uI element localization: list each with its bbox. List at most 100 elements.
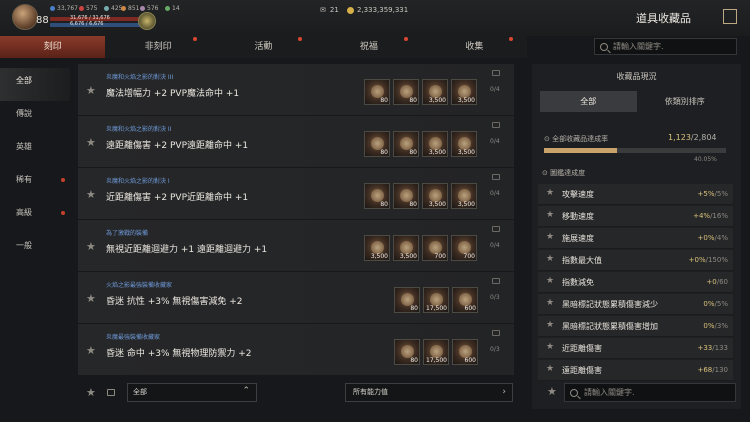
sidebar-item-label: 稀有 (16, 175, 32, 184)
stat-current: 0% (703, 322, 715, 330)
lock-filter-icon[interactable] (107, 389, 115, 396)
item-slot[interactable]: 3,500 (364, 235, 390, 261)
collection-title: 炎魔和火焰之影的對決 I (106, 178, 170, 185)
collection-row[interactable]: ★ 火焰之影最強裝備收藏家 昏迷 抗性 +3% 無視傷害減免 +2 80 17,500 6… (78, 272, 514, 324)
favorite-star-icon[interactable]: ★ (546, 210, 554, 220)
tab-4[interactable]: 收集 (422, 36, 527, 58)
notification-dot (61, 211, 65, 215)
tab-by-category[interactable]: 依類別排序 (637, 91, 734, 112)
stat-row[interactable]: ★ 移動速度 +4%/16% (538, 206, 733, 227)
item-slot[interactable]: 3,500 (393, 235, 419, 261)
item-slot[interactable]: 80 (393, 183, 419, 209)
item-slot[interactable]: 80 (364, 131, 390, 157)
favorite-star-icon[interactable]: ★ (546, 232, 554, 242)
collection-row[interactable]: ★ 炎魔和火焰之影的對決 II 遠距離傷害 +2 PVP遠距離命中 +1 80 80 3,… (78, 116, 514, 168)
collection-progress: 0/4 (490, 138, 500, 145)
collection-row[interactable]: ★ 炎魔和火焰之影的對決 I 近距離傷害 +2 PVP近距離命中 +1 80 80 3,5… (78, 168, 514, 220)
notification-dot (298, 37, 303, 41)
item-slot[interactable]: 17,500 (423, 287, 449, 313)
favorite-star-icon[interactable]: ★ (546, 342, 554, 352)
collection-row[interactable]: ★ 炎魔最強裝備收藏家 昏迷 命中 +3% 無視物理防禦力 +2 80 17,500 60… (78, 324, 514, 376)
stat-value: +68/130 (658, 366, 728, 374)
stat-current: +0% (688, 256, 706, 264)
favorite-star-icon[interactable]: ★ (546, 276, 554, 286)
stat-row[interactable]: ★ 近距離傷害 +33/133 (538, 338, 733, 359)
favorite-star-icon[interactable]: ★ (86, 292, 96, 305)
favorite-star-icon[interactable]: ★ (546, 254, 554, 264)
favorite-star-icon[interactable]: ★ (546, 188, 554, 198)
sidebar-item[interactable]: 高級 (0, 200, 70, 233)
item-slot[interactable]: 3,500 (451, 183, 477, 209)
tab-label: 非刻印 (144, 42, 172, 52)
item-slot[interactable]: 80 (393, 79, 419, 105)
item-slot[interactable]: 600 (452, 287, 478, 313)
buff-icon[interactable] (138, 12, 156, 30)
favorite-star-icon[interactable]: ★ (86, 84, 96, 97)
stat-search-input[interactable]: 請輸入關鍵字. (564, 383, 736, 402)
favorite-star-icon[interactable]: ★ (86, 240, 96, 253)
search-input[interactable]: 請輸入關鍵字. (594, 38, 737, 55)
lock-icon (492, 226, 500, 232)
item-slot[interactable]: 80 (394, 287, 420, 313)
stat-row[interactable]: ★ 指數最大值 +0%/150% (538, 250, 733, 271)
stat-row[interactable]: ★ 指數減免 +0/60 (538, 272, 733, 293)
lock-icon (492, 122, 500, 128)
item-slot[interactable]: 3,500 (422, 183, 448, 209)
stat-max: /5% (714, 300, 728, 308)
character-avatar[interactable] (12, 4, 38, 30)
item-slot[interactable]: 700 (422, 235, 448, 261)
item-slot[interactable]: 600 (452, 339, 478, 365)
tab-0[interactable]: 刻印 (0, 36, 106, 58)
item-slot[interactable]: 17,500 (423, 339, 449, 365)
collection-effect: 無視近距離迴避力 +1 遠距離迴避力 +1 (106, 245, 268, 255)
stat-row[interactable]: ★ 黑暗標記狀態累積傷害減少 0%/5% (538, 294, 733, 315)
favorite-star-icon[interactable]: ★ (86, 344, 96, 357)
stat-row[interactable]: ★ 遠距離傷害 +68/130 (538, 360, 733, 381)
item-slot[interactable]: 700 (451, 235, 477, 261)
favorite-stat-star-icon[interactable]: ★ (547, 385, 557, 398)
favorite-star-icon[interactable]: ★ (546, 320, 554, 330)
top-stat: 576 (140, 5, 158, 12)
sidebar-item[interactable]: 全部 (0, 68, 70, 101)
item-slot[interactable]: 80 (364, 183, 390, 209)
stat-name: 指數最大值 (562, 256, 602, 265)
tab-3[interactable]: 祝福 (316, 36, 421, 58)
sidebar-item[interactable]: 一般 (0, 233, 70, 266)
item-slot[interactable]: 3,500 (451, 79, 477, 105)
collection-row[interactable]: ★ 為了激戰的裝備 無視近距離迴避力 +1 遠距離迴避力 +1 3,500 3,500 7… (78, 220, 514, 272)
tab-all[interactable]: 全部 (540, 91, 637, 112)
item-slot[interactable]: 3,500 (422, 79, 448, 105)
sidebar-item[interactable]: 英雄 (0, 134, 70, 167)
stat-row[interactable]: ★ 攻擊速度 +5%/5% (538, 184, 733, 205)
lock-icon (492, 330, 500, 336)
stat-dot-icon (104, 6, 109, 11)
sidebar-item-label: 全部 (16, 76, 32, 85)
sidebar-item[interactable]: 稀有 (0, 167, 70, 200)
item-slots: 80 80 3,500 3,500 (364, 131, 477, 157)
item-slot[interactable]: 3,500 (422, 131, 448, 157)
stat-row[interactable]: ★ 施展速度 +0%/4% (538, 228, 733, 249)
mp-text: 6,676 / 6,676 (70, 21, 104, 27)
total-completion-text: 全部收藏品達成率 (552, 135, 609, 143)
favorite-filter-star-icon[interactable]: ★ (86, 386, 96, 399)
item-slot[interactable]: 3,500 (451, 131, 477, 157)
favorite-star-icon[interactable]: ★ (546, 364, 554, 374)
top-stat: 575 (79, 5, 97, 12)
collection-row[interactable]: ★ 炎魔和火焰之影的對決 III 魔法增幅力 +2 PVP魔法命中 +1 80 80 3,… (78, 64, 514, 116)
item-slot[interactable]: 80 (364, 79, 390, 105)
item-count: 3,500 (457, 201, 475, 208)
favorite-star-icon[interactable]: ★ (86, 136, 96, 149)
gold-amount: 2,333,359,331 (357, 6, 409, 14)
ability-filter-dropdown[interactable]: 所有能力值 › (345, 383, 513, 402)
item-slot[interactable]: 80 (393, 131, 419, 157)
mail-indicator[interactable]: ✉ 21 (320, 6, 339, 14)
stat-row[interactable]: ★ 黑暗標記狀態累積傷害增加 0%/3% (538, 316, 733, 337)
category-dropdown[interactable]: 全部 ⌃ (127, 383, 257, 402)
tab-2[interactable]: 活動 (211, 36, 316, 58)
favorite-star-icon[interactable]: ★ (546, 298, 554, 308)
sidebar-item[interactable]: 傳說 (0, 101, 70, 134)
item-slot[interactable]: 80 (394, 339, 420, 365)
exit-icon[interactable] (723, 9, 737, 24)
tab-1[interactable]: 非刻印 (105, 36, 210, 58)
favorite-star-icon[interactable]: ★ (86, 188, 96, 201)
